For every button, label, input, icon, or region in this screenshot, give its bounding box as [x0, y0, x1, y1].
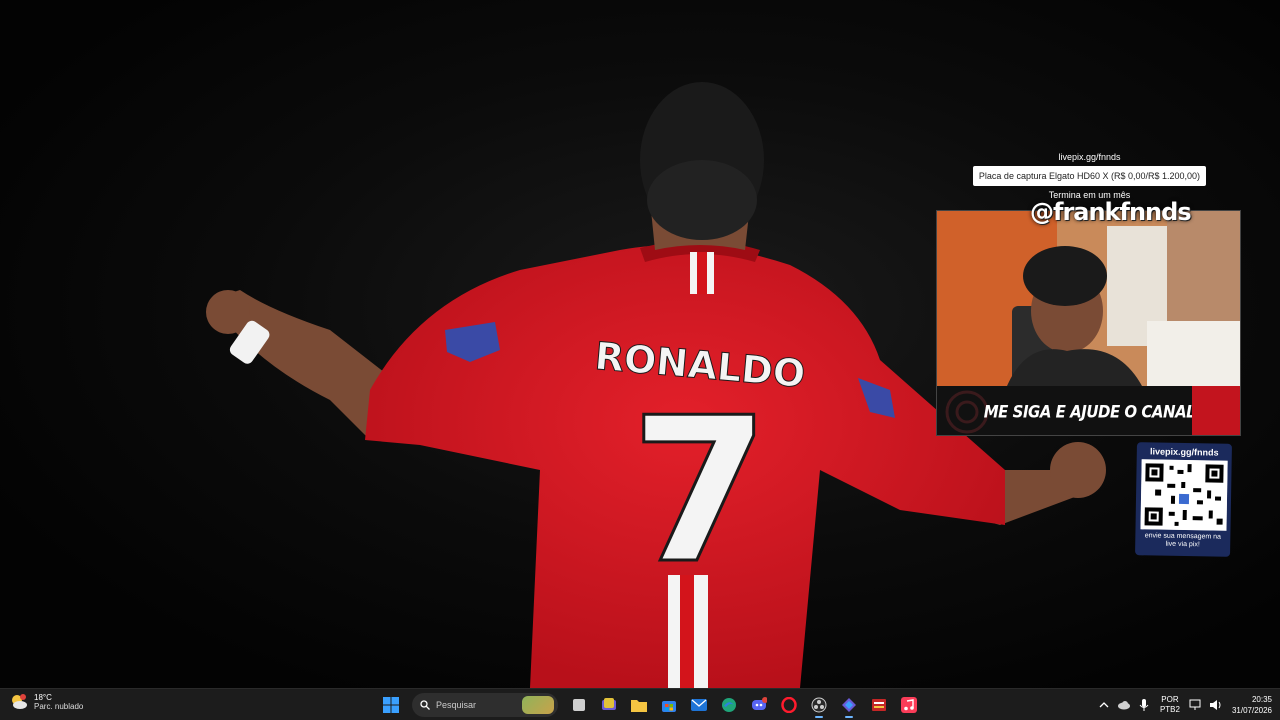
volume-tray-button[interactable] — [1206, 695, 1226, 715]
taskbar-app-obs[interactable] — [806, 692, 832, 718]
opera-icon — [781, 697, 797, 713]
taskbar-app-file-explorer[interactable] — [626, 692, 652, 718]
qr-code-icon — [1139, 459, 1228, 531]
webcam-feed — [937, 211, 1240, 386]
microphone-tray-button[interactable] — [1134, 695, 1154, 715]
microphone-icon — [1139, 699, 1149, 711]
weather-temp: 18°C — [34, 693, 52, 702]
mail-icon — [691, 699, 707, 711]
clock-date: 31/07/2026 — [1231, 706, 1272, 715]
onedrive-tray-button[interactable] — [1114, 695, 1134, 715]
task-view-button[interactable] — [566, 692, 592, 718]
speaker-icon — [1209, 700, 1221, 710]
task-view-icon — [573, 699, 585, 711]
obs-icon — [811, 697, 827, 713]
search-placeholder: Pesquisar — [436, 700, 477, 710]
rose-accent — [1192, 386, 1240, 435]
jersey-number: 7 — [630, 375, 769, 608]
taskbar-app-generic[interactable] — [836, 692, 862, 718]
system-tray: POR PTB2 20:35 31/07/2026 — [1094, 689, 1280, 720]
taskbar-app-discord[interactable] — [746, 692, 772, 718]
game-icon — [872, 699, 886, 711]
webcam-overlay: ME SIGA E AJUDE O CANAL — [936, 210, 1241, 436]
partly-cloudy-icon — [12, 694, 27, 709]
weather-desc: Parc. nublado — [34, 702, 84, 711]
streamer-handle: @frankfnnds — [1030, 198, 1192, 226]
search-highlight-image — [522, 696, 554, 714]
taskbar-apps: Pesquisar — [378, 689, 922, 720]
folder-icon — [631, 700, 647, 712]
cloud-icon — [1117, 701, 1130, 710]
follow-banner-text: ME SIGA E AJUDE O CANAL — [983, 401, 1196, 422]
follow-banner: ME SIGA E AJUDE O CANAL — [937, 386, 1240, 435]
goal-link: livepix.gg/fnnds — [1058, 152, 1121, 162]
search-box[interactable]: Pesquisar — [412, 693, 558, 717]
taskbar-app-store[interactable] — [656, 692, 682, 718]
app-icon — [842, 698, 856, 712]
store-icon — [662, 701, 676, 712]
edge-icon — [722, 698, 736, 712]
input-language-button[interactable]: POR PTB2 — [1160, 695, 1180, 715]
windows-icon — [383, 697, 399, 713]
donation-goal-widget: livepix.gg/fnnds Placa de captura Elgato… — [973, 152, 1206, 200]
network-tray-button[interactable] — [1186, 695, 1206, 715]
taskbar-app-notes[interactable] — [596, 692, 622, 718]
notes-icon — [602, 698, 616, 710]
search-icon — [420, 700, 430, 710]
discord-icon — [752, 697, 767, 710]
qr-link: livepix.gg/fnnds — [1149, 446, 1219, 458]
taskbar-app-opera[interactable] — [776, 692, 802, 718]
taskbar-app-mail[interactable] — [686, 692, 712, 718]
goal-progress-bar: Placa de captura Elgato HD60 X (R$ 0,00/… — [973, 166, 1206, 186]
qr-message: envie sua mensagem na live via pix! — [1144, 532, 1222, 549]
clock-button[interactable]: 20:35 31/07/2026 — [1232, 694, 1272, 716]
goal-text: Placa de captura Elgato HD60 X (R$ 0,00/… — [978, 171, 1201, 181]
start-button[interactable] — [378, 692, 404, 718]
taskbar-app-edge[interactable] — [716, 692, 742, 718]
taskbar-app-music[interactable] — [896, 692, 922, 718]
lang-top: POR — [1161, 695, 1179, 704]
pix-qr-card: livepix.gg/fnnds envie sua mensagem na l… — [1135, 442, 1232, 557]
taskbar: 18°C Parc. nublado Pesquisar POR PTB2 20… — [0, 688, 1280, 720]
music-icon — [901, 697, 917, 713]
clock-time: 20:35 — [1251, 695, 1272, 704]
taskbar-app-game[interactable] — [866, 692, 892, 718]
chevron-up-icon — [1099, 702, 1109, 708]
show-hidden-icons-button[interactable] — [1094, 695, 1114, 715]
lang-bottom: PTB2 — [1159, 705, 1180, 714]
weather-widget[interactable]: 18°C Parc. nublado — [10, 693, 83, 711]
network-icon — [1189, 699, 1201, 710]
